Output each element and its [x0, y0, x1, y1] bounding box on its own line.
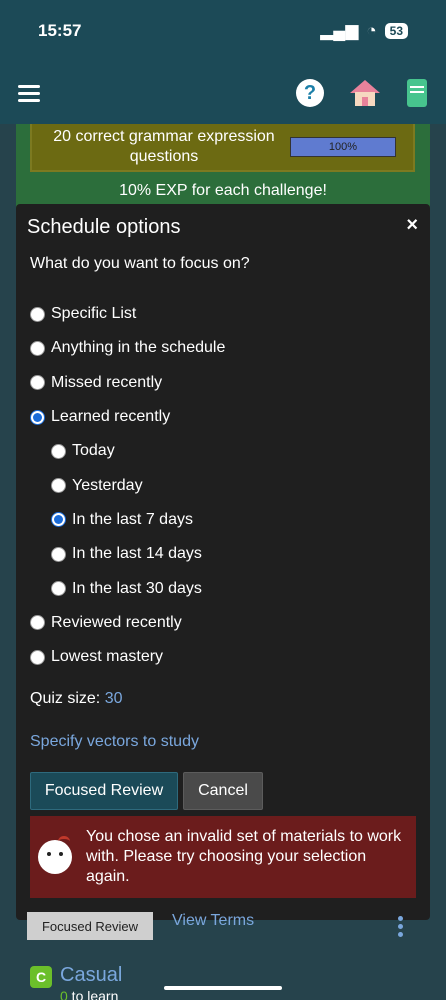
to-learn: 0 to learn: [60, 988, 118, 1000]
option-lowest-mastery[interactable]: Lowest mastery: [30, 640, 225, 674]
close-icon[interactable]: ×: [406, 214, 418, 237]
option-label: Today: [72, 442, 115, 460]
focus-question: What do you want to focus on?: [30, 255, 250, 272]
option-reviewed-recently[interactable]: Reviewed recently: [30, 606, 225, 640]
option-label: In the last 30 days: [72, 579, 202, 597]
help-icon[interactable]: ?: [296, 79, 324, 107]
signal-icon: ▂▄▆: [320, 21, 359, 40]
option-anything-in-the-schedule[interactable]: Anything in the schedule: [30, 331, 225, 365]
focused-review-bg-button[interactable]: Focused Review: [27, 912, 153, 940]
specify-vectors-link[interactable]: Specify vectors to study: [30, 733, 199, 751]
radio-button[interactable]: [30, 306, 45, 322]
menu-icon[interactable]: [18, 81, 40, 106]
option-label: Learned recently: [51, 408, 171, 426]
option-today[interactable]: Today: [30, 434, 225, 468]
quiz-size-label: Quiz size:: [30, 690, 101, 707]
casual-label[interactable]: Casual: [60, 964, 122, 987]
radio-button[interactable]: [30, 340, 45, 356]
schedule-options-modal: Schedule options × What do you want to f…: [16, 204, 430, 920]
option-label: Specific List: [51, 305, 137, 323]
option-label: Yesterday: [72, 476, 143, 494]
wifi-icon: ◔: [366, 21, 377, 40]
modal-title: Schedule options: [27, 216, 181, 238]
option-yesterday[interactable]: Yesterday: [30, 468, 225, 502]
focused-review-button[interactable]: Focused Review: [30, 772, 178, 810]
option-label: Missed recently: [51, 373, 163, 391]
battery-icon: 53: [384, 23, 408, 39]
more-options-icon[interactable]: [398, 916, 403, 940]
option-label: Reviewed recently: [51, 613, 182, 631]
quiz-size: Quiz size: 30: [30, 690, 123, 708]
error-text: You chose an invalid set of materials to…: [86, 828, 402, 885]
error-message: You chose an invalid set of materials to…: [30, 816, 416, 898]
option-missed-recently[interactable]: Missed recently: [30, 366, 225, 400]
navbar: ?: [0, 62, 446, 124]
to-learn-text: to learn: [67, 988, 119, 1000]
option-in-the-last-7-days[interactable]: In the last 7 days: [30, 503, 225, 537]
casual-badge: C: [30, 966, 52, 988]
radio-button[interactable]: [30, 615, 45, 631]
book-icon[interactable]: [406, 78, 428, 108]
challenge-progress: 100%: [290, 137, 396, 157]
exp-note: 10% EXP for each challenge!: [119, 182, 327, 199]
option-in-the-last-14-days[interactable]: In the last 14 days: [30, 537, 225, 571]
focus-options: Specific List Anything in the schedule Mis…: [30, 297, 225, 674]
challenge-text: 20 correct grammar expression questions: [53, 128, 275, 165]
nav-icons: ?: [296, 78, 428, 108]
option-label: In the last 7 days: [72, 510, 193, 528]
radio-button[interactable]: [51, 581, 66, 597]
option-label: Anything in the schedule: [51, 339, 226, 357]
status-bar: 15:57 ▂▄▆ ◔ 53: [0, 0, 446, 62]
mascot-icon: [38, 836, 72, 874]
status-indicators: ▂▄▆ ◔ 53: [320, 21, 408, 41]
radio-button[interactable]: [30, 375, 45, 391]
option-label: In the last 14 days: [72, 545, 202, 563]
option-label: Lowest mastery: [51, 648, 164, 666]
cancel-button[interactable]: Cancel: [183, 772, 263, 810]
challenge-card: 20 correct grammar expression questions …: [30, 124, 415, 172]
radio-button[interactable]: [51, 546, 66, 562]
radio-button[interactable]: [51, 443, 66, 459]
option-in-the-last-30-days[interactable]: In the last 30 days: [30, 571, 225, 605]
radio-button[interactable]: [30, 409, 45, 425]
radio-button[interactable]: [51, 478, 66, 494]
status-time: 15:57: [38, 21, 82, 40]
option-specific-list[interactable]: Specific List: [30, 297, 225, 331]
option-learned-recently[interactable]: Learned recently: [30, 400, 225, 434]
view-terms-link[interactable]: View Terms: [172, 912, 254, 930]
radio-button[interactable]: [30, 649, 45, 665]
to-learn-count: 0: [60, 988, 68, 1000]
quiz-size-value[interactable]: 30: [105, 690, 123, 707]
home-icon[interactable]: [348, 78, 382, 108]
home-indicator: [164, 986, 282, 990]
radio-button[interactable]: [51, 512, 66, 528]
